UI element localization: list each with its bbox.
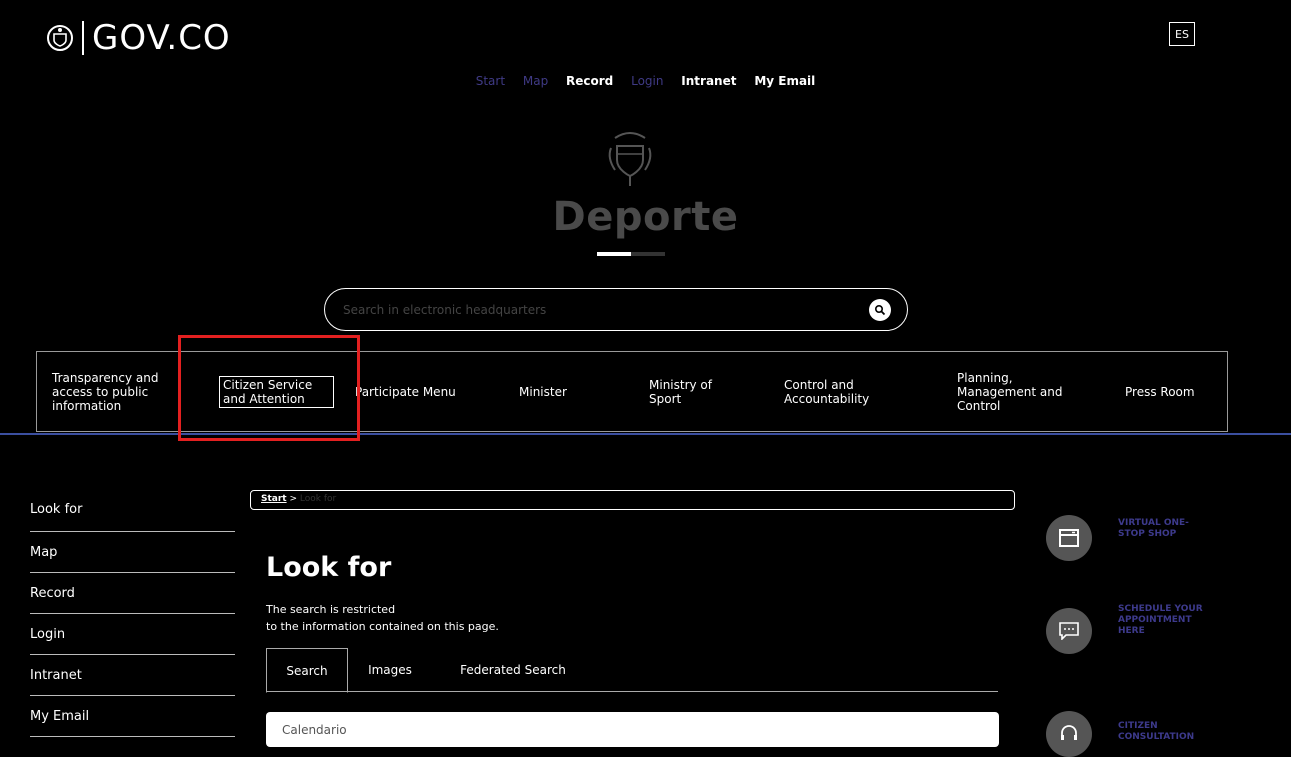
colombia-seal-icon: [47, 25, 73, 51]
top-nav-start[interactable]: Start: [476, 74, 505, 88]
chat-icon: [1059, 622, 1079, 640]
nav-press-room[interactable]: Press Room: [1125, 385, 1195, 399]
sidebar: Look for Map Record Login Intranet My Em…: [30, 488, 235, 737]
highlight-box: [178, 335, 360, 441]
coat-of-arms-icon: [608, 132, 652, 186]
page-description: The search is restricted to the informat…: [266, 601, 499, 635]
top-nav-intranet[interactable]: Intranet: [681, 74, 736, 88]
nav-ministry-of-sport[interactable]: Ministry of Sport: [649, 378, 744, 406]
page-title: Look for: [266, 552, 392, 583]
sidebar-item-map[interactable]: Map: [30, 532, 235, 573]
nav-control-accountability[interactable]: Control and Accountability: [784, 378, 899, 406]
site-search: [324, 288, 908, 331]
tab-search[interactable]: Search: [266, 648, 348, 693]
sidebar-item-my-email[interactable]: My Email: [30, 696, 235, 737]
citizen-consultation-label[interactable]: CITIZEN CONSULTATION: [1118, 721, 1208, 743]
brand-underline: [597, 252, 665, 256]
citizen-consultation-button[interactable]: [1046, 711, 1092, 757]
search-query-field[interactable]: [266, 712, 999, 747]
sidebar-item-intranet[interactable]: Intranet: [30, 655, 235, 696]
virtual-one-stop-shop-label[interactable]: VIRTUAL ONE-STOP SHOP: [1118, 518, 1208, 540]
nav-participate-menu[interactable]: Participate Menu: [355, 385, 456, 399]
search-tabs: Search Images Federated Search: [266, 648, 998, 693]
nav-transparency[interactable]: Transparency and access to public inform…: [52, 371, 172, 413]
breadcrumb: Start > Look for: [250, 490, 1015, 510]
schedule-appointment-button[interactable]: [1046, 608, 1092, 654]
nav-planning[interactable]: Planning, Management and Control: [957, 371, 1092, 413]
search-button[interactable]: [869, 298, 891, 321]
gov-co-logo[interactable]: GOV.CO: [46, 18, 231, 58]
breadcrumb-separator: >: [289, 494, 298, 504]
brand-name[interactable]: Deporte: [0, 194, 1291, 240]
virtual-one-stop-shop-button[interactable]: [1046, 515, 1092, 561]
schedule-appointment-label[interactable]: SCHEDULE YOUR APPOINTMENT HERE: [1118, 604, 1208, 637]
description-line-1: The search is restricted: [266, 603, 396, 616]
tab-federated-search[interactable]: Federated Search: [432, 648, 594, 692]
nav-minister[interactable]: Minister: [519, 385, 567, 399]
sidebar-item-record[interactable]: Record: [30, 573, 235, 614]
top-nav: Start Map Record Login Intranet My Email: [0, 74, 1291, 88]
language-button[interactable]: ES: [1169, 22, 1195, 46]
search-input[interactable]: [341, 301, 869, 318]
gov-co-text: GOV.CO: [92, 18, 231, 58]
top-nav-record[interactable]: Record: [566, 74, 613, 88]
tab-images[interactable]: Images: [350, 648, 430, 692]
sidebar-item-login[interactable]: Login: [30, 614, 235, 655]
logo-separator: [82, 21, 84, 55]
top-nav-my-email[interactable]: My Email: [754, 74, 815, 88]
top-nav-map[interactable]: Map: [523, 74, 548, 88]
search-query-input[interactable]: [280, 721, 985, 738]
description-line-2: to the information contained on this pag…: [266, 620, 499, 633]
window-icon: [1059, 529, 1079, 547]
breadcrumb-start[interactable]: Start: [261, 494, 287, 504]
top-bar: GOV.CO ES: [0, 0, 1291, 62]
breadcrumb-current: Look for: [299, 494, 337, 504]
sidebar-item-look-for[interactable]: Look for: [30, 488, 235, 532]
headset-icon: [1061, 725, 1077, 740]
top-nav-login[interactable]: Login: [631, 74, 663, 88]
search-icon: [874, 304, 886, 315]
